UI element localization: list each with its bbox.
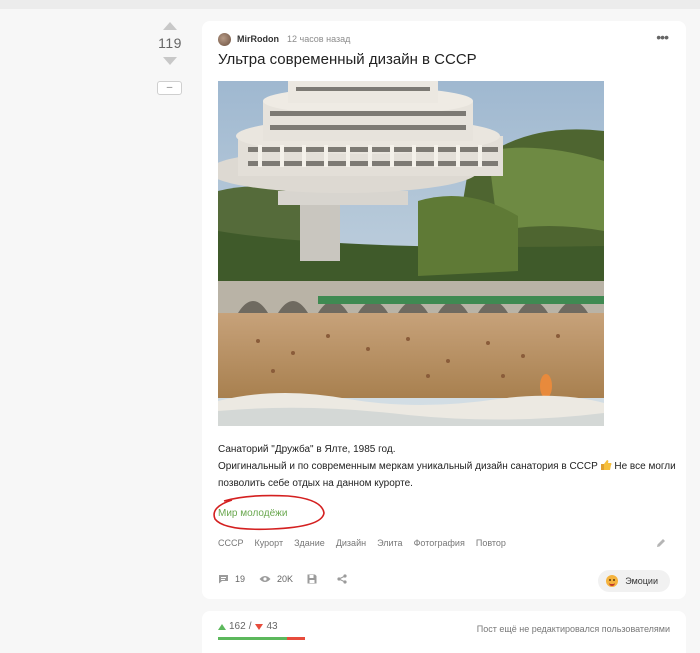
emotions-button[interactable]: Эмоции	[598, 570, 670, 592]
emotions-label: Эмоции	[625, 576, 658, 586]
tag-item[interactable]: СССР	[218, 538, 244, 548]
tag-item[interactable]: Здание	[294, 538, 325, 548]
description-line-2-start: Оригинальный и по современным меркам уни…	[218, 461, 598, 472]
community-name[interactable]: Мир молодёжи	[218, 508, 287, 519]
speech-bubble-icon	[219, 575, 228, 584]
post-title[interactable]: Ультра современный дизайн в СССР	[218, 51, 477, 68]
upvote-arrow-icon[interactable]	[163, 22, 177, 30]
downvote-triangle-icon	[255, 623, 264, 630]
downvotes-count: 43	[266, 621, 278, 632]
post-stats-card: 162 / 43 Пост ещё не редактировался поль…	[202, 611, 686, 653]
pencil-icon[interactable]	[656, 538, 666, 548]
edit-status-note: Пост ещё не редактировался пользователям…	[476, 624, 670, 634]
downvote-arrow-icon[interactable]	[163, 57, 177, 65]
author-name[interactable]: MirRodon	[237, 34, 279, 44]
upvote-share-fill	[218, 637, 287, 640]
emoji-face-icon	[606, 575, 619, 587]
vote-ratio: 162 / 43	[218, 621, 278, 632]
eye-icon	[259, 576, 271, 582]
post-card: MirRodon 12 часов назад ••• Ультра совре…	[202, 21, 686, 599]
vote-panel: 119	[150, 20, 190, 65]
views-count: 20K	[277, 574, 294, 584]
author-row: MirRodon 12 часов назад	[218, 31, 350, 47]
save-button[interactable]	[307, 574, 323, 584]
share-icon	[337, 574, 347, 584]
floppy-disk-icon	[307, 574, 317, 584]
post-time: 12 часов назад	[287, 34, 351, 44]
upvotes-count: 162	[229, 621, 246, 632]
post-score: 119	[158, 35, 182, 51]
comments-count: 19	[235, 574, 246, 584]
tag-item[interactable]: Дизайн	[336, 538, 366, 548]
vote-ratio-bar	[218, 637, 305, 640]
more-options-icon[interactable]: •••	[656, 30, 669, 44]
tag-item[interactable]: Повтор	[476, 538, 506, 548]
top-bar	[0, 0, 700, 9]
collapse-button[interactable]: –	[157, 81, 182, 95]
views-counter: 20K	[259, 574, 293, 584]
upvote-triangle-icon	[218, 623, 226, 630]
post-footer: 19 20K	[218, 574, 367, 584]
share-button[interactable]	[337, 574, 353, 584]
description-line-2: Оригинальный и по современным меркам уни…	[218, 458, 678, 492]
tag-list: СССР Курорт Здание Дизайн Элита Фотограф…	[218, 538, 517, 548]
tag-item[interactable]: Элита	[377, 538, 402, 548]
community-link[interactable]: Мир молодёжи	[213, 494, 325, 531]
downvote-share-fill	[286, 637, 305, 640]
description-line-1: Санаторий "Дружба" в Ялте, 1985 год.	[218, 444, 396, 455]
comments-button[interactable]: 19	[218, 574, 245, 584]
tag-item[interactable]: Фотография	[414, 538, 465, 548]
post-description: Санаторий "Дружба" в Ялте, 1985 год. Ори…	[218, 441, 678, 492]
post-image[interactable]	[218, 81, 604, 426]
tag-item[interactable]: Курорт	[255, 538, 284, 548]
avatar[interactable]	[218, 32, 231, 46]
thumbs-up-emoji-icon	[600, 460, 612, 470]
ratio-separator: /	[248, 621, 252, 632]
